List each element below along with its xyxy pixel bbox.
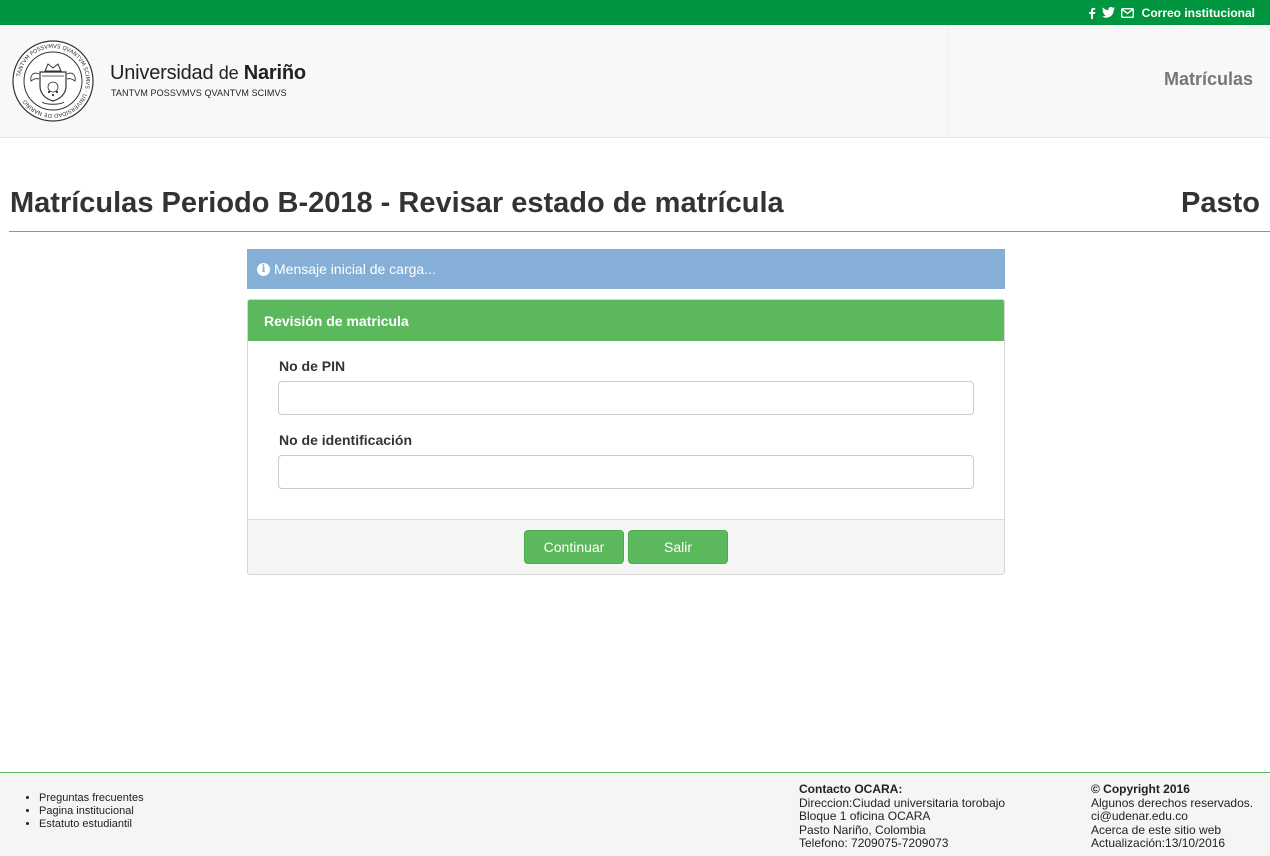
campus-label: Pasto (1181, 187, 1260, 219)
footer-contact: Contacto OCARA: Direccion:Ciudad univers… (799, 782, 1006, 851)
copyright-updated: Actualización:13/10/2016 (1091, 836, 1226, 850)
info-circle-icon: i (257, 262, 270, 276)
contact-office: Bloque 1 oficina OCARA (799, 809, 931, 823)
enrollment-review-panel: Revisión de matricula No de PIN No de id… (247, 299, 1005, 575)
university-seal-logo[interactable]: TANTVM POSSVMVS QVANTVM SCIMVS · UNIVERS… (12, 40, 94, 122)
pin-input[interactable] (278, 381, 974, 415)
panel-footer: Continuar Salir (248, 519, 1004, 574)
panel-heading: Revisión de matricula (248, 300, 1004, 341)
copyright-about-link[interactable]: Acerca de este sitio web (1091, 823, 1253, 838)
footer-copyright: © Copyright 2016 Algunos derechos reserv… (1091, 782, 1254, 851)
footer-link-institutional[interactable]: Pagina institucional (39, 805, 144, 818)
pin-label: No de PIN (279, 358, 346, 374)
twitter-icon[interactable] (1101, 7, 1115, 18)
info-alert: i Mensaje inicial de carga... (247, 249, 1005, 289)
brand-name-word-2: de (218, 63, 239, 83)
footer-link-statute[interactable]: Estatuto estudiantil (39, 818, 144, 831)
envelope-icon (1120, 7, 1134, 18)
identification-label: No de identificación (279, 432, 413, 448)
copyright-rights: Algunos derechos reservados. (1091, 795, 1254, 810)
panel-body: No de PIN No de identificación (248, 341, 1004, 520)
exit-button[interactable]: Salir (628, 530, 728, 564)
nav-matriculas[interactable]: Matrículas (1164, 69, 1253, 90)
institutional-mail-link[interactable]: Correo institucional (1142, 6, 1255, 20)
social-links: Correo institucional (1088, 6, 1255, 20)
contact-city: Pasto Nariño, Colombia (799, 822, 926, 837)
site-header: TANTVM POSSVMVS QVANTVM SCIMVS · UNIVERS… (0, 25, 1270, 138)
continue-button[interactable]: Continuar (524, 530, 624, 564)
copyright-email[interactable]: ci@udenar.edu.co (1091, 809, 1253, 824)
brand-name-word-3: Nariño (243, 62, 306, 84)
alert-message: Mensaje inicial de carga... (274, 261, 436, 277)
brand-area: TANTVM POSSVMVS QVANTVM SCIMVS · UNIVERS… (0, 25, 948, 137)
contact-phone: Telefono: 7209075-7209073 (799, 836, 949, 850)
contact-address: Direccion:Ciudad universitaria torobajo (799, 795, 1006, 810)
university-motto: TANTVM POSSVMVS QVANTVM SCIMVS (111, 88, 287, 98)
title-divider (9, 231, 1270, 232)
footer-links: Preguntas frecuentes Pagina instituciona… (39, 792, 144, 831)
contact-heading: Contacto OCARA: (799, 782, 903, 796)
identification-input[interactable] (278, 455, 974, 489)
site-footer: Preguntas frecuentes Pagina instituciona… (0, 772, 1270, 856)
copyright-heading: © Copyright 2016 (1091, 782, 1190, 796)
university-name[interactable]: Universidad de Nariño (110, 62, 306, 85)
brand-name-word-1: Universidad (110, 62, 214, 84)
top-bar: Correo institucional (0, 0, 1270, 25)
page-title: Matrículas Periodo B-2018 - Revisar esta… (10, 187, 784, 219)
footer-link-faq[interactable]: Preguntas frecuentes (39, 792, 144, 805)
facebook-icon[interactable] (1088, 7, 1096, 19)
